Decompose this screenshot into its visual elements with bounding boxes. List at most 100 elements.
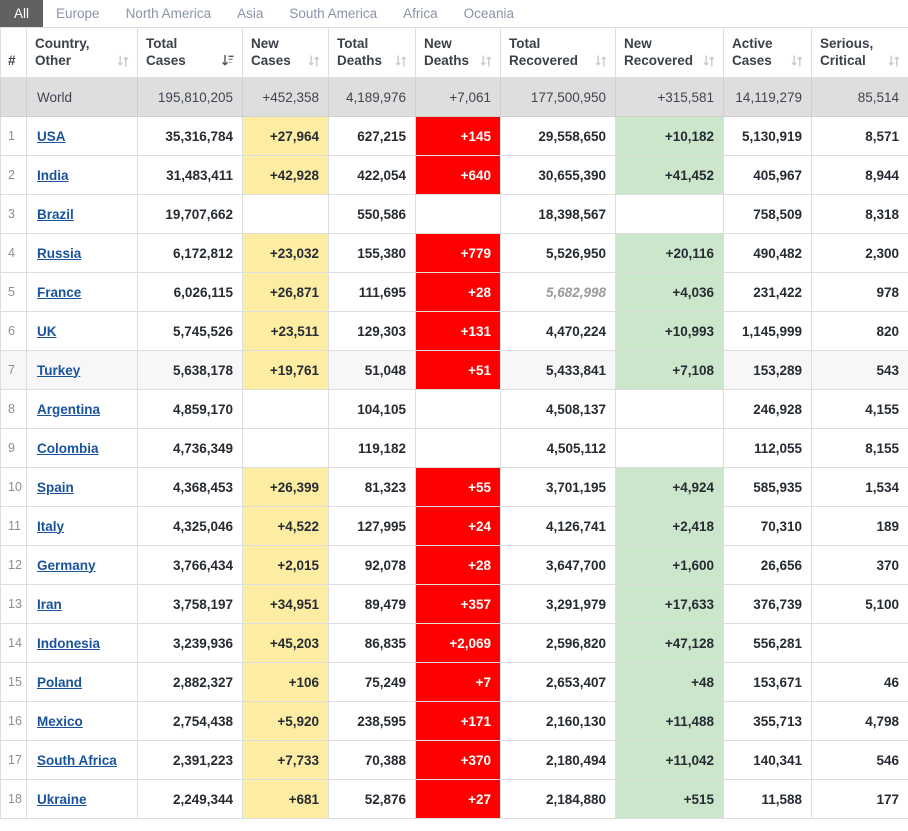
tab-europe[interactable]: Europe [43, 0, 113, 27]
tab-oceania[interactable]: Oceania [451, 0, 527, 27]
country-link[interactable]: UK [37, 324, 57, 339]
cell-td: 89,479 [329, 585, 416, 624]
sort-toggle-icon[interactable] [117, 54, 129, 69]
column-header-nd[interactable]: NewDeaths [416, 28, 501, 78]
table-row[interactable]: 2India31,483,411+42,928422,054+64030,655… [1, 156, 908, 195]
cell-ac: 376,739 [724, 585, 812, 624]
sort-toggle-icon[interactable] [791, 54, 803, 69]
column-header-country[interactable]: Country,Other [27, 28, 138, 78]
table-row-world[interactable]: World195,810,205+452,3584,189,976+7,0611… [1, 78, 908, 117]
cell-tc: 2,391,223 [138, 741, 243, 780]
column-header-nc[interactable]: NewCases [243, 28, 329, 78]
tab-south-america[interactable]: South America [276, 0, 390, 27]
cell-country: India [27, 156, 138, 195]
country-link[interactable]: Turkey [37, 363, 80, 378]
table-row[interactable]: 8Argentina4,859,170104,1054,508,137246,9… [1, 390, 908, 429]
country-link[interactable]: Germany [37, 558, 96, 573]
cell-td: 111,695 [329, 273, 416, 312]
sort-toggle-icon[interactable] [395, 54, 407, 69]
sort-toggle-icon[interactable] [595, 54, 607, 69]
cell-nd [416, 390, 501, 429]
country-link[interactable]: USA [37, 129, 66, 144]
cell-rank: 15 [1, 663, 27, 702]
table-row[interactable]: 10Spain4,368,453+26,39981,323+553,701,19… [1, 468, 908, 507]
country-link[interactable]: Russia [37, 246, 81, 261]
cell-ac: 585,935 [724, 468, 812, 507]
sort-desc-icon[interactable] [222, 54, 234, 69]
cell-tc: 2,882,327 [138, 663, 243, 702]
country-link[interactable]: Argentina [37, 402, 100, 417]
cell-sc: 4,798 [812, 702, 908, 741]
table-row[interactable]: 18Ukraine2,249,344+68152,876+272,184,880… [1, 780, 908, 819]
cell-ac: 14,119,279 [724, 78, 812, 117]
header-line-2: Recovered [509, 53, 578, 68]
cell-nr [616, 429, 724, 468]
cell-td: 155,380 [329, 234, 416, 273]
country-link[interactable]: South Africa [37, 753, 117, 768]
cell-rank: 11 [1, 507, 27, 546]
country-link[interactable]: Iran [37, 597, 62, 612]
table-row[interactable]: 12Germany3,766,434+2,01592,078+283,647,7… [1, 546, 908, 585]
covid-table-container[interactable]: #Country,OtherTotalCasesNewCases TotalDea… [0, 28, 908, 831]
table-row[interactable]: 11Italy4,325,046+4,522127,995+244,126,74… [1, 507, 908, 546]
cell-tc: 3,758,197 [138, 585, 243, 624]
table-row[interactable]: 16Mexico2,754,438+5,920238,595+1712,160,… [1, 702, 908, 741]
column-header-tr[interactable]: TotalRecovered [501, 28, 616, 78]
tab-africa[interactable]: Africa [390, 0, 451, 27]
table-row[interactable]: 4Russia6,172,812+23,032155,380+7795,526,… [1, 234, 908, 273]
cell-sc: 189 [812, 507, 908, 546]
table-row[interactable]: 3Brazil19,707,662550,58618,398,567758,50… [1, 195, 908, 234]
table-row[interactable]: 17South Africa2,391,223+7,73370,388+3702… [1, 741, 908, 780]
cell-nc: +23,032 [243, 234, 329, 273]
column-header-ac[interactable]: ActiveCases [724, 28, 812, 78]
country-link[interactable]: Mexico [37, 714, 83, 729]
cell-tr: 2,160,130 [501, 702, 616, 741]
sort-toggle-icon[interactable] [308, 54, 320, 69]
country-link[interactable]: Ukraine [37, 792, 87, 807]
table-row[interactable]: 5France6,026,115+26,871111,695+285,682,9… [1, 273, 908, 312]
column-header-label: ActiveCases [732, 35, 773, 69]
table-body: World195,810,205+452,3584,189,976+7,0611… [1, 78, 908, 819]
table-row[interactable]: 14Indonesia3,239,936+45,20386,835+2,0692… [1, 624, 908, 663]
country-link[interactable]: Spain [37, 480, 74, 495]
column-header-num[interactable]: # [1, 28, 27, 78]
tab-asia[interactable]: Asia [224, 0, 276, 27]
country-link[interactable]: India [37, 168, 69, 183]
cell-nr: +7,108 [616, 351, 724, 390]
country-link[interactable]: Poland [37, 675, 82, 690]
table-row[interactable]: 15Poland2,882,327+10675,249+72,653,407+4… [1, 663, 908, 702]
cell-td: 238,595 [329, 702, 416, 741]
table-row[interactable]: 13Iran3,758,197+34,95189,479+3573,291,97… [1, 585, 908, 624]
country-link[interactable]: Italy [37, 519, 64, 534]
country-link[interactable]: Indonesia [37, 636, 100, 651]
cell-td: 422,054 [329, 156, 416, 195]
column-header-nr[interactable]: NewRecovered [616, 28, 724, 78]
cell-ac: 153,671 [724, 663, 812, 702]
cell-tc: 5,745,526 [138, 312, 243, 351]
cell-country: Turkey [27, 351, 138, 390]
column-header-label: NewCases [251, 35, 291, 69]
sort-toggle-icon[interactable] [480, 54, 492, 69]
header-line-2: Cases [732, 53, 772, 68]
table-header-row: #Country,OtherTotalCasesNewCases TotalDea… [1, 28, 908, 78]
sort-toggle-icon[interactable] [703, 54, 715, 69]
table-row[interactable]: 6UK5,745,526+23,511129,303+1314,470,224+… [1, 312, 908, 351]
cell-nd: +145 [416, 117, 501, 156]
column-header-sc[interactable]: Serious,Critical [812, 28, 908, 78]
country-link[interactable]: Brazil [37, 207, 74, 222]
cell-nc: +45,203 [243, 624, 329, 663]
tab-north-america[interactable]: North America [113, 0, 225, 27]
cell-nc: +34,951 [243, 585, 329, 624]
column-header-label: NewDeaths [424, 35, 469, 69]
cell-rank: 6 [1, 312, 27, 351]
table-row[interactable]: 1USA35,316,784+27,964627,215+14529,558,6… [1, 117, 908, 156]
column-header-td[interactable]: TotalDeaths [329, 28, 416, 78]
table-row[interactable]: 9Colombia4,736,349119,1824,505,112112,05… [1, 429, 908, 468]
country-link[interactable]: Colombia [37, 441, 99, 456]
column-header-tc[interactable]: TotalCases [138, 28, 243, 78]
cell-nc: +5,920 [243, 702, 329, 741]
sort-toggle-icon[interactable] [888, 54, 900, 69]
country-link[interactable]: France [37, 285, 81, 300]
table-row[interactable]: 7Turkey5,638,178+19,76151,048+515,433,84… [1, 351, 908, 390]
tab-all[interactable]: All [0, 0, 43, 27]
